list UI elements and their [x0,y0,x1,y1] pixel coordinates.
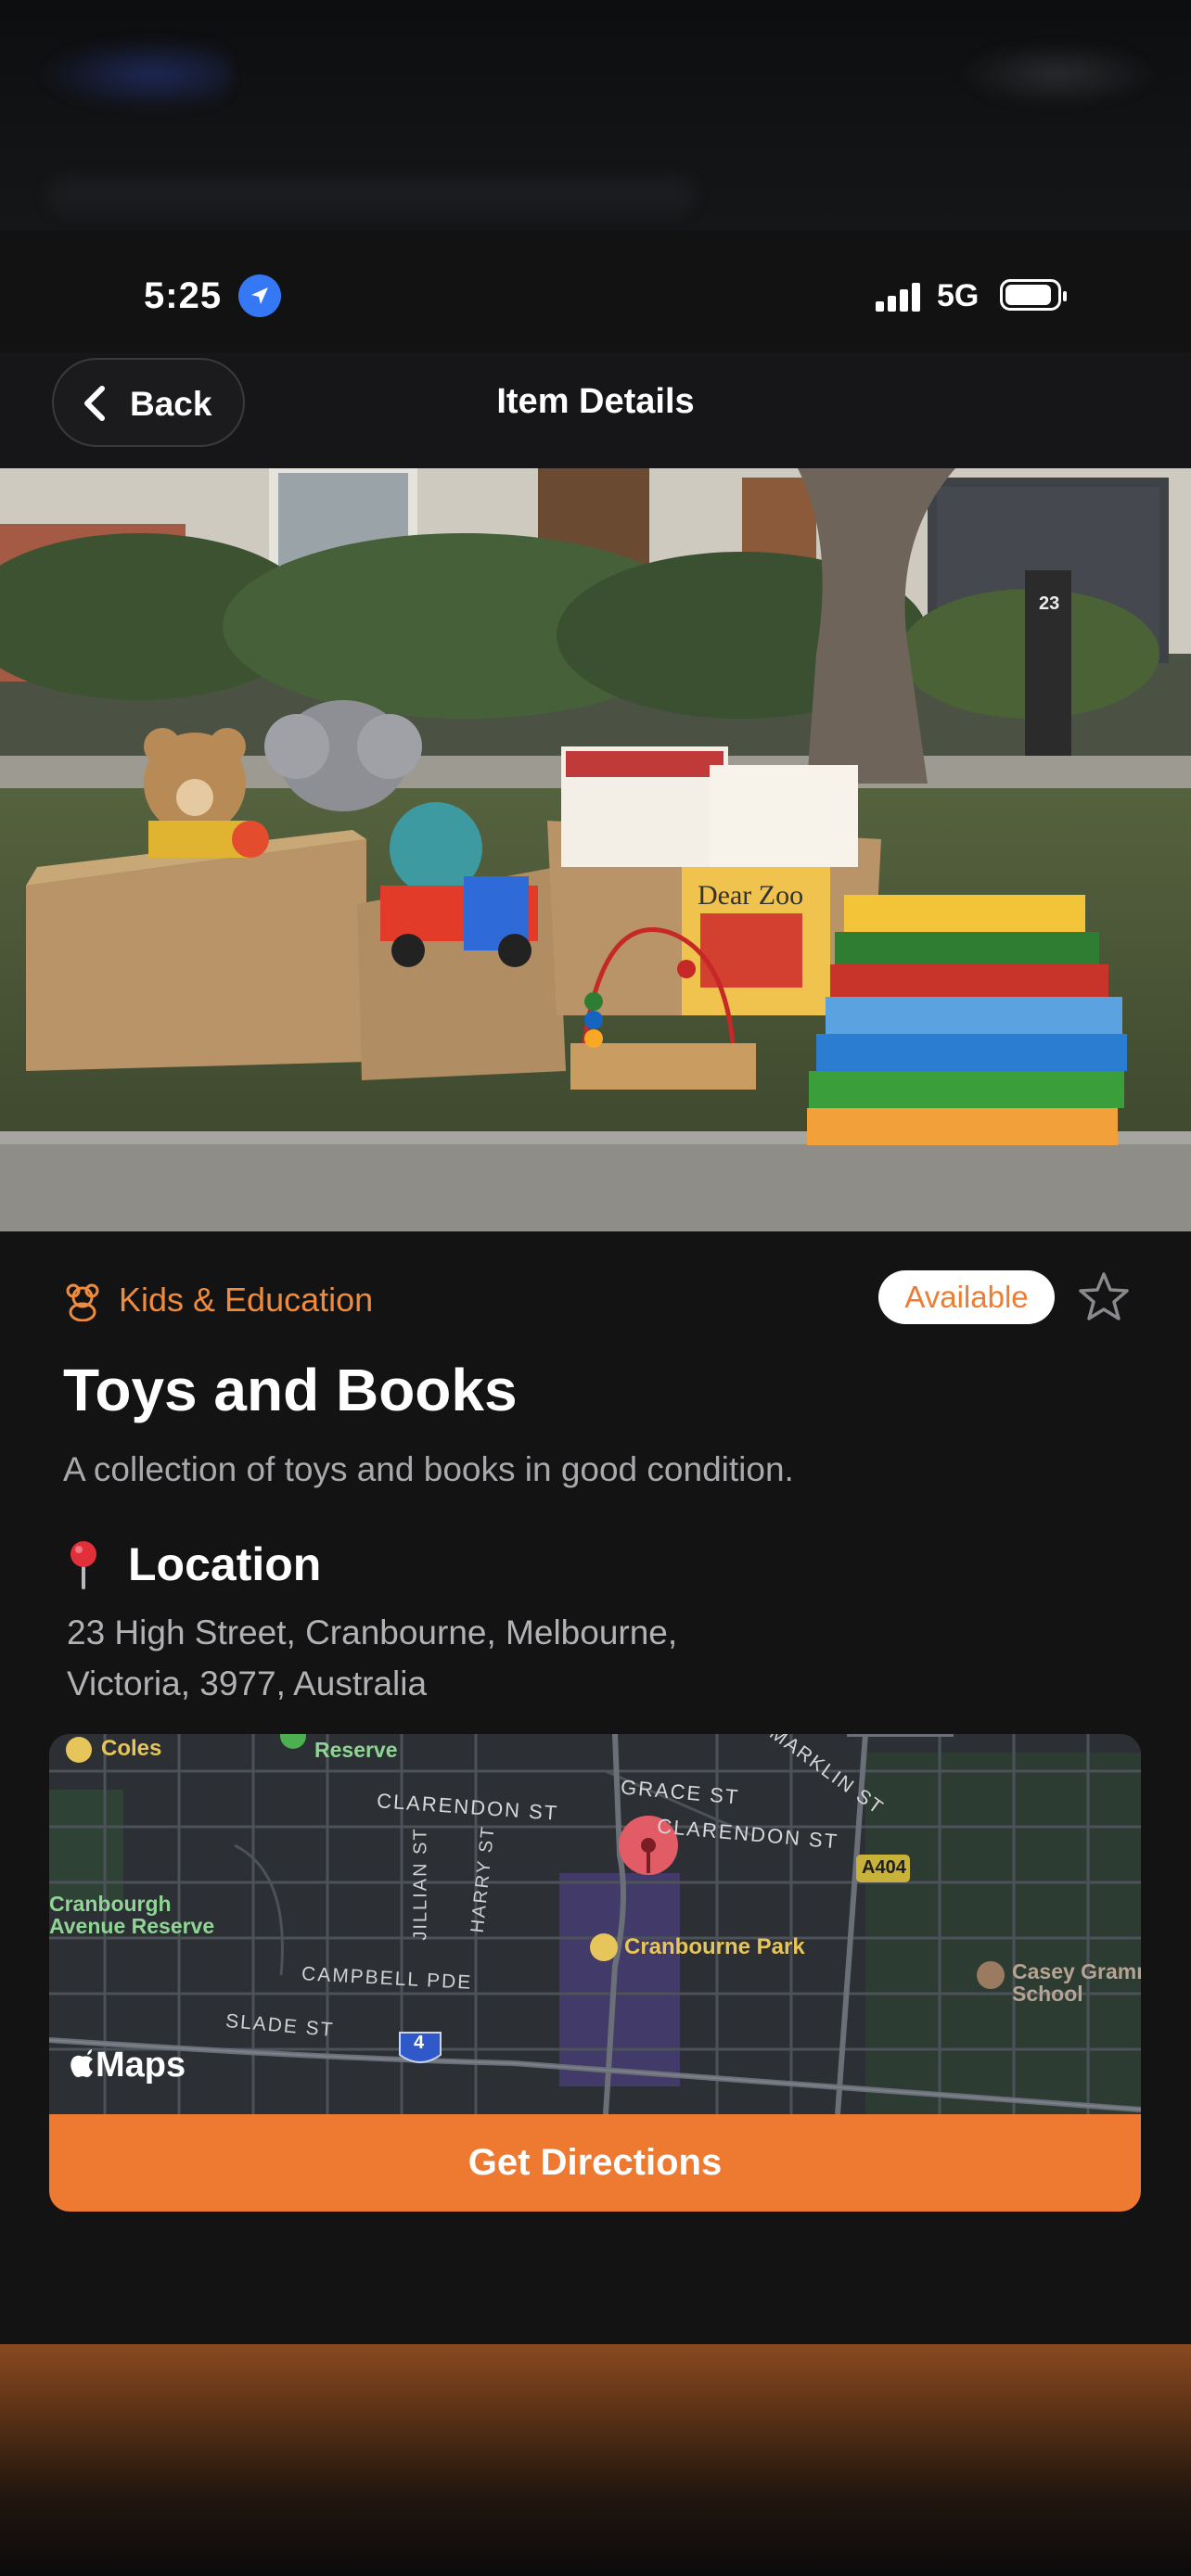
house-number: 23 [1039,593,1059,614]
map-label-reserve: Reserve [314,1738,398,1762]
item-description: A collection of toys and books in good c… [63,1450,794,1488]
item-photo[interactable]: 23 Dear Zoo [0,468,1191,1231]
battery-icon [1000,279,1067,311]
map-card: Coles Reserve CLARENDON ST GRACE ST CLAR… [49,1734,1141,2212]
map-pin-icon [70,1541,96,1589]
page-title: Item Details [496,382,695,421]
location-heading-label: Location [128,1538,322,1590]
blurred-background-header [0,0,1191,230]
cellular-signal-icon [876,282,920,312]
status-bar: 5:25 5G [0,260,1191,334]
map-label-cranbourne-park: Cranbourne Park [624,1934,805,1959]
category-label: Kids & Education [119,1281,374,1319]
star-icon [1079,1272,1129,1320]
favorite-button[interactable] [1076,1269,1132,1325]
status-badge: Available [878,1270,1055,1324]
map-label-cranbourne-avenue-reserve: Cranbourgh [49,1892,172,1916]
network-type: 5G [937,278,980,313]
svg-text:Dear Zoo: Dear Zoo [698,880,803,911]
map-label-route-4: 4 [414,2033,425,2053]
maps-label: Maps [96,2046,186,2085]
apple-maps-attribution: Maps [70,2046,186,2085]
teddy-bear-icon [66,1283,99,1321]
address: 23 High Street, Cranbourne, Melbourne, V… [67,1607,827,1709]
map-label-casey-grammar: Casey Grammar [1012,1959,1141,1983]
bottom-gradient [0,2344,1191,2576]
get-directions-button[interactable]: Get Directions [49,2114,1141,2212]
address-line-2: Victoria, 3977, Australia [67,1664,428,1702]
apple-logo-icon [70,2049,93,2078]
map-label-avenue-reserve: Avenue Reserve [49,1914,215,1938]
map-label-school: School [1012,1982,1083,2006]
status-time: 5:25 [144,275,223,316]
item-details-content: Kids & Education Available Toys and Book… [0,1231,1191,2344]
map-label-a404: A404 [862,1857,906,1878]
map-label-coles: Coles [101,1736,162,1761]
item-title: Toys and Books [63,1357,518,1423]
location-services-icon [238,274,281,317]
address-line-1: 23 High Street, Cranbourne, Melbourne, [67,1613,678,1651]
navigation-bar: Back Item Details [0,352,1191,468]
map-label-jillian-st: JILLIAN ST [410,1827,431,1941]
map-view[interactable]: Coles Reserve CLARENDON ST GRACE ST CLAR… [49,1734,1141,2114]
